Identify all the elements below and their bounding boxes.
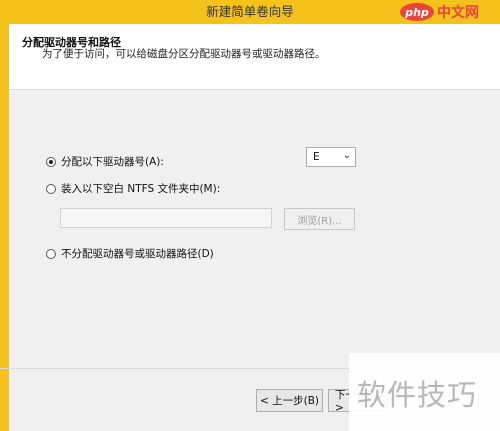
folder-path-input[interactable] — [60, 208, 272, 228]
radio-button-checked[interactable] — [46, 156, 56, 167]
watermark-text: 软件技巧 — [357, 378, 478, 412]
assign-letter-label: 分配以下驱动器号(A): — [61, 156, 164, 168]
radio-no-assign[interactable]: 不分配驱动器号或驱动器路径(D) — [46, 246, 214, 261]
wizard-header: 分配驱动器号和路径 为了便于访问，可以给磁盘分区分配驱动器号或驱动器路径。 — [9, 24, 500, 89]
no-assign-label: 不分配驱动器号或驱动器路径(D) — [61, 248, 214, 260]
drive-letter-value: E — [313, 151, 320, 163]
logo-badge: php — [400, 3, 434, 21]
logo-text: 中文网 — [437, 5, 479, 21]
mount-folder-label: 装入以下空白 NTFS 文件夹中(M): — [61, 183, 221, 195]
radio-assign-letter[interactable]: 分配以下驱动器号(A): — [46, 154, 164, 169]
radio-button[interactable] — [46, 183, 56, 194]
radio-button[interactable] — [46, 248, 56, 259]
page-subtitle: 为了便于访问，可以给磁盘分区分配驱动器号或驱动器路径。 — [42, 48, 326, 60]
radio-mount-folder[interactable]: 装入以下空白 NTFS 文件夹中(M): — [46, 181, 220, 196]
back-button[interactable]: < 上一步(B) — [256, 389, 323, 412]
drive-letter-select[interactable]: E ⌄ — [306, 147, 356, 167]
chevron-down-icon: ⌄ — [342, 150, 351, 161]
window-left-border — [0, 24, 9, 431]
browse-button[interactable]: 浏览(R)... — [284, 208, 355, 230]
site-logo: php 中文网 — [400, 0, 500, 24]
header-divider — [9, 89, 500, 90]
